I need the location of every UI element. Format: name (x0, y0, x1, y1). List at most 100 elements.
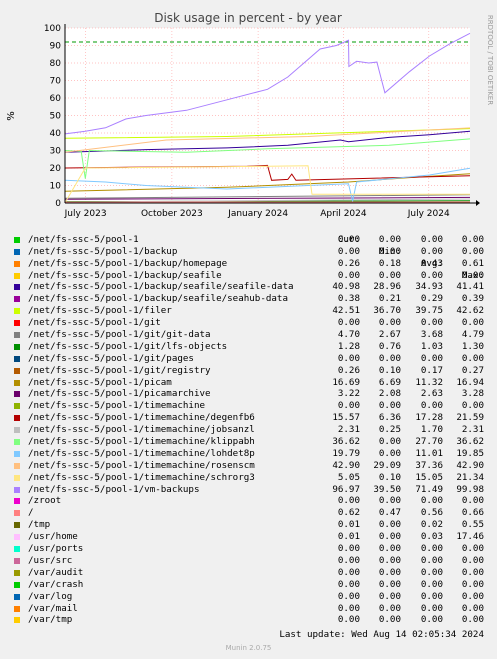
y-tick-label: 10 (50, 182, 62, 192)
y-tick-label: 100 (44, 24, 61, 34)
legend-series-name: /net/fs-ssc-5/pool-1/backup/seafile/seah… (28, 293, 288, 305)
legend-series-name: /net/fs-ssc-5/pool-1/timemachine (28, 400, 206, 412)
legend-row: /net/fs-ssc-5/pool-1/backup/seafile/seaf… (0, 281, 497, 293)
legend-max-value: 0.00 (461, 352, 484, 364)
legend-series-name: / (28, 507, 34, 519)
legend-row: /net/fs-ssc-5/pool-1/timemachine/klippab… (0, 436, 497, 448)
legend-max-value: 0.55 (461, 519, 484, 531)
legend-row: /var/tmp 0.00 0.00 0.00 0.00 (0, 614, 497, 626)
y-tick-label: 20 (50, 164, 62, 174)
legend-max-value: 36.62 (456, 436, 484, 448)
legend-series-name: /net/fs-ssc-5/pool-1/backup/seafile/seaf… (28, 281, 294, 293)
legend-swatch (14, 355, 20, 362)
legend-max-value: 0.00 (461, 269, 484, 281)
legend-swatch (14, 320, 20, 327)
legend-series-name: /tmp (28, 519, 51, 531)
legend-series-name: /net/fs-ssc-5/pool-1/timemachine/klippab… (28, 436, 255, 448)
legend-swatch (14, 486, 20, 493)
legend-series-name: /var/mail (28, 602, 78, 614)
x-tick-label: January 2024 (227, 209, 288, 219)
legend-row: /net/fs-ssc-5/pool-1/git/lfs-objects 1.28… (0, 341, 497, 353)
legend-series-name: /net/fs-ssc-5/pool-1 (28, 233, 139, 245)
legend-series-name: /net/fs-ssc-5/pool-1/backup/homepage (28, 257, 228, 269)
x-axis: July 2023 October 2023 January 2024 April 2… (64, 209, 450, 219)
legend-swatch (14, 569, 20, 576)
x-tick-label: July 2023 (64, 209, 107, 219)
legend-max-value: 0.00 (461, 495, 484, 507)
legend-series-name: /usr/ports (28, 543, 84, 555)
legend-max-value: 0.00 (461, 543, 484, 555)
legend-swatch (14, 557, 20, 564)
legend-swatch (14, 367, 20, 374)
legend-row: /net/fs-ssc-5/pool-1/vm-backups 96.97 39.5… (0, 484, 497, 496)
legend-row: /net/fs-ssc-5/pool-1/backup/seafile 0.00 0… (0, 270, 497, 282)
legend-max-value: 17.46 (456, 531, 484, 543)
legend-swatch (14, 546, 20, 553)
legend-max-value: 1.30 (461, 340, 484, 352)
last-update: Last update: Wed Aug 14 02:05:34 2024 (279, 629, 484, 640)
legend-series-name: /var/log (28, 590, 73, 602)
legend-row: /net/fs-ssc-5/pool-1/picam 16.69 6.69 11.32… (0, 377, 497, 389)
legend-row: /var/log 0.00 0.00 0.00 0.00 (0, 591, 497, 603)
legend-swatch (14, 415, 20, 422)
rrdtool-credit: RRDTOOL / TOBI OETIKER (486, 15, 494, 105)
legend-series-name: /net/fs-ssc-5/pool-1/git/git-data (28, 329, 211, 341)
legend-swatch (14, 260, 20, 267)
legend-row: /net/fs-ssc-5/pool-1/timemachine/jobsanz… (0, 424, 497, 436)
legend-max-value: 19.85 (456, 447, 484, 459)
legend-series-name: /usr/home (28, 531, 78, 543)
legend-swatch (14, 343, 20, 350)
legend-swatch (14, 391, 20, 398)
legend-swatch (14, 462, 20, 469)
legend-row: /net/fs-ssc-5/pool-1/git 0.00 0.00 0.00 0.00 (0, 317, 497, 329)
y-tick-label: 60 (50, 94, 62, 104)
legend-max-value: 0.00 (461, 578, 484, 590)
legend-swatch (14, 236, 20, 243)
legend-max-value: 42.62 (456, 305, 484, 317)
legend-max-value: 0.66 (461, 507, 484, 519)
legend-swatch (14, 605, 20, 612)
legend-row: /net/fs-ssc-5/pool-1/backup/seafile/seah… (0, 293, 497, 305)
legend-series-name: /net/fs-ssc-5/pool-1/filer (28, 305, 172, 317)
legend-row: /usr/home 0.01 0.00 0.03 17.46 (0, 531, 497, 543)
legend-max-value: 0.00 (461, 233, 484, 245)
legend-row: /net/fs-ssc-5/pool-1/backup 0.00 0.00 0.00 0… (0, 246, 497, 258)
legend-swatch (14, 308, 20, 315)
y-tick-label: 50 (50, 112, 62, 122)
y-tick-label: 30 (50, 147, 62, 157)
legend-swatch (14, 332, 20, 339)
legend-row: /zroot 0.00 0.00 0.00 0.00 (0, 495, 497, 507)
legend-row: /var/mail 0.00 0.00 0.00 0.00 (0, 603, 497, 615)
legend-row: /net/fs-ssc-5/pool-1/git/git-data 4.70 2.6… (0, 329, 497, 341)
legend-max-value: 0.00 (461, 554, 484, 566)
chart-area: July 2023 October 2023 January 2024 April 2… (6, 11, 494, 219)
legend-row: /usr/src 0.00 0.00 0.00 0.00 (0, 555, 497, 567)
legend-header: Cur: Min: Avg: Max: (0, 222, 497, 281)
y-tick-label: 40 (50, 129, 62, 139)
legend-swatch (14, 581, 20, 588)
legend-series-name: /net/fs-ssc-5/pool-1/timemachine/lohdet8… (28, 447, 255, 459)
legend-swatch (14, 427, 20, 434)
legend-row: /net/fs-ssc-5/pool-1 0.00 0.00 0.00 0.00 (0, 234, 497, 246)
legend-series-name: /net/fs-ssc-5/pool-1/picam (28, 376, 172, 388)
legend-row: /net/fs-ssc-5/pool-1/timemachine/lohdet8… (0, 448, 497, 460)
legend-swatch (14, 403, 20, 410)
legend-swatch (14, 522, 20, 529)
chart-title: Disk usage in percent - by year (154, 11, 342, 25)
legend-row: /net/fs-ssc-5/pool-1/picamarchive 3.22 2.0… (0, 388, 497, 400)
legend-max-value: 0.00 (461, 566, 484, 578)
legend-max-value: 42.90 (456, 459, 484, 471)
legend-row: /net/fs-ssc-5/pool-1/timemachine/rosensc… (0, 460, 497, 472)
legend-swatch (14, 284, 20, 291)
legend-swatch (14, 450, 20, 457)
legend-swatch (14, 248, 20, 255)
legend-series-name: /net/fs-ssc-5/pool-1/timemachine/rosensc… (28, 459, 255, 471)
legend-series-name: /net/fs-ssc-5/pool-1/git (28, 317, 161, 329)
legend-series-name: /zroot (28, 495, 62, 507)
legend-series-name: /usr/src (28, 554, 73, 566)
legend-row: /net/fs-ssc-5/pool-1/backup/homepage 0.26… (0, 258, 497, 270)
legend-max-value: 16.94 (456, 376, 484, 388)
y-axis-label: % (6, 111, 17, 121)
x-tick-label: July 2024 (407, 209, 450, 219)
legend-max-value: 0.00 (461, 245, 484, 257)
